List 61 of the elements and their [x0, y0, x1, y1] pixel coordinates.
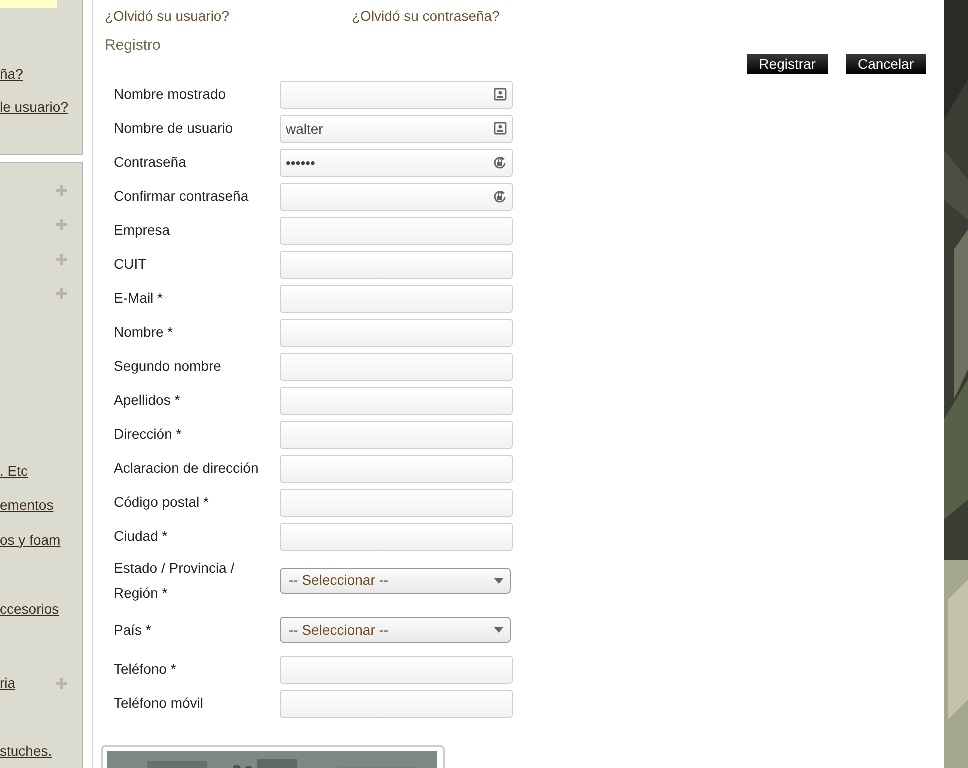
caret-icon [494, 627, 504, 633]
field-label: Apellidos * [113, 391, 182, 410]
sidebar-link[interactable]: os y foam [0, 530, 61, 551]
section-heading: Registro [105, 36, 162, 56]
sidebar-link[interactable]: ña? [0, 64, 82, 85]
input-field[interactable]: •••••• [280, 148, 513, 176]
input-field[interactable] [280, 318, 513, 346]
dropdown[interactable]: -- Seleccionar -- [280, 568, 511, 594]
expand-icon[interactable] [56, 184, 67, 196]
field-label: Ciudad * [113, 527, 169, 546]
expand-icon[interactable] [56, 288, 67, 300]
expand-icon[interactable] [56, 678, 67, 689]
field-label: Estado / Provincia / Región * [113, 558, 236, 603]
field-label: Nombre mostrado [113, 85, 228, 104]
field-label: Confirmar contraseña [113, 187, 250, 206]
sidebar-link[interactable]: le usuario? [0, 97, 82, 118]
caret-icon [494, 578, 504, 584]
expand-icon[interactable] [56, 254, 67, 265]
input-field[interactable] [280, 454, 513, 482]
field-label: Teléfono móvil [113, 694, 204, 713]
forgot-link[interactable]: ¿Olvidó su contraseña? [352, 6, 500, 27]
field-label: Dirección * [113, 425, 183, 444]
dropdown[interactable]: -- Seleccionar -- [280, 617, 511, 643]
input-field[interactable] [280, 352, 513, 380]
field-label: Contraseña [113, 153, 188, 172]
input-field[interactable] [280, 522, 513, 550]
field-label: País * [113, 620, 152, 640]
input-field[interactable] [280, 656, 513, 684]
field-label: Empresa [113, 221, 172, 240]
sidebar-link[interactable]: ementos [0, 495, 54, 516]
field-label: Nombre de usuario [113, 119, 234, 138]
input-field[interactable] [280, 488, 513, 516]
input-field[interactable] [280, 690, 513, 718]
input-field[interactable] [280, 284, 513, 312]
sidebar-link[interactable]: ccesorios [0, 599, 60, 620]
input-field[interactable] [280, 216, 513, 244]
lock-icon [493, 190, 507, 204]
register-button[interactable]: Registrar [747, 54, 828, 74]
field-label: Nombre * [113, 323, 174, 342]
sidebar-link[interactable]: stuches. [0, 741, 52, 762]
sidebar-link[interactable]: ria [0, 672, 16, 694]
sidebar-link[interactable]: . Etc [0, 460, 28, 482]
forgot-link[interactable]: ¿Olvidó su usuario? [105, 6, 352, 27]
input-field[interactable] [280, 182, 513, 210]
input-field[interactable] [280, 386, 513, 414]
field-label: CUIT [113, 255, 148, 274]
cancel-button[interactable]: Cancelar [846, 54, 926, 74]
field-label: E-Mail * [113, 289, 164, 308]
input-field[interactable] [280, 250, 513, 278]
expand-icon[interactable] [56, 219, 67, 230]
field-label: Código postal * [113, 493, 210, 512]
contact-card-icon [494, 122, 507, 134]
input-field[interactable]: walter [280, 114, 513, 142]
field-label: Aclaracion de dirección [113, 459, 260, 478]
input-field[interactable] [280, 420, 513, 448]
input-field[interactable] [280, 80, 513, 108]
contact-card-icon [494, 88, 507, 100]
field-label: Segundo nombre [113, 357, 222, 376]
lock-icon [493, 156, 507, 170]
field-label: Teléfono * [113, 660, 178, 679]
notice-box [0, 0, 57, 8]
